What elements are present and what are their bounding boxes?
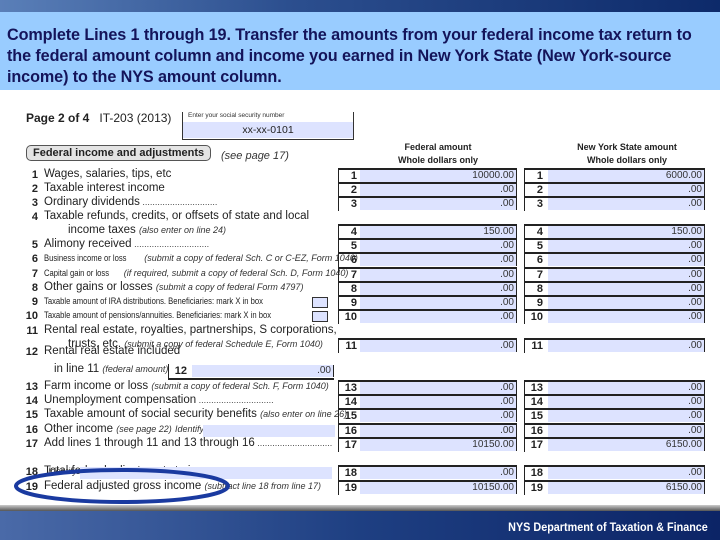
line-19-highlight: [14, 468, 230, 504]
footer-text: NYS Department of Taxation & Finance: [508, 520, 708, 534]
highlight-ellipse: [14, 468, 230, 504]
footer-bar: NYS Department of Taxation & Finance: [0, 511, 720, 540]
